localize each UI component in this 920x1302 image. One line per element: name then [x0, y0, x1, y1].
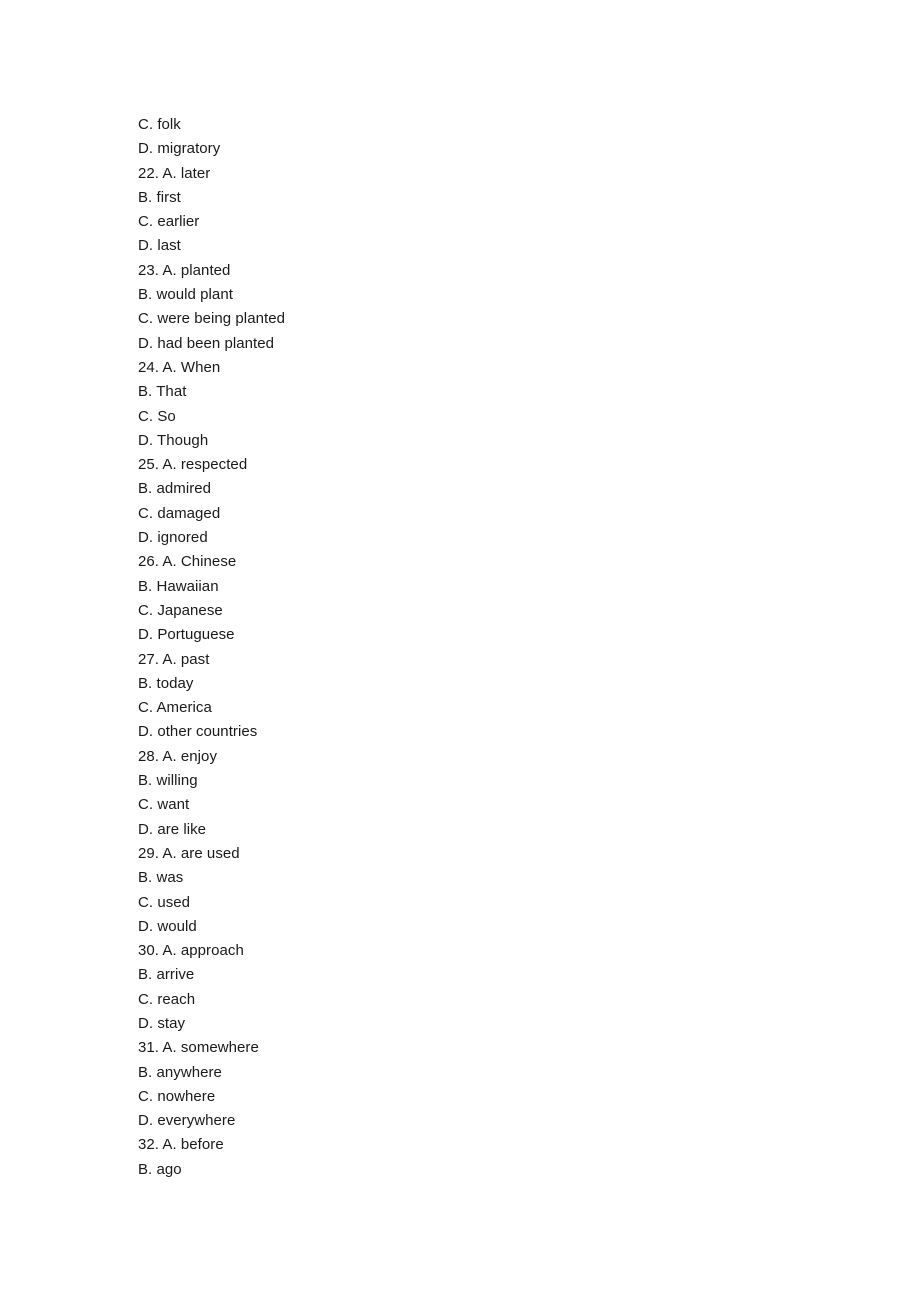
document-line: C. America [138, 699, 212, 717]
document-line: B. ago [138, 1160, 182, 1178]
document-line: D. migratory [138, 140, 221, 158]
document-line: D. had been planted [138, 334, 275, 352]
document-line: 31. A. somewhere [138, 1039, 259, 1057]
document-line: C. reach [138, 990, 196, 1008]
document-line: D. ignored [138, 529, 208, 547]
document-text-body: C. folk D. migratory 22. A. later B. first C… [138, 113, 838, 1182]
document-line: D. Though [138, 431, 209, 449]
document-line: B. anywhere [138, 1063, 222, 1081]
document-line: C. nowhere [138, 1087, 216, 1105]
document-line: 30. A. approach [138, 942, 244, 960]
document-line: C. used [138, 893, 191, 911]
document-line: 25. A. respected [138, 456, 248, 474]
document-line: 22. A. later [138, 164, 211, 182]
document-page: C. folk D. migratory 22. A. later B. first C… [0, 0, 920, 1302]
document-line: D. are like [138, 820, 207, 838]
document-line: B. willing [138, 772, 198, 790]
document-line: B. first [138, 188, 181, 206]
document-line: 24. A. When [138, 358, 221, 376]
document-line: B. was [138, 869, 184, 887]
document-line: C. folk [138, 116, 181, 133]
document-line: 26. A. Chinese [138, 553, 237, 571]
document-line: D. would [138, 917, 197, 935]
document-line: 28. A. enjoy [138, 747, 217, 765]
document-line: D. last [138, 237, 181, 255]
document-line: D. Portuguese [138, 626, 235, 644]
document-line: B. arrive [138, 966, 195, 984]
document-line: C. earlier [138, 213, 200, 231]
document-line: 29. A. are used [138, 844, 240, 862]
document-line: C. want [138, 796, 190, 814]
document-line: 23. A. planted [138, 261, 231, 279]
document-line: B. admired [138, 480, 212, 498]
document-line: C. damaged [138, 504, 221, 522]
document-line: D. stay [138, 1014, 186, 1032]
document-line: 32. A. before [138, 1136, 224, 1154]
document-line: 27. A. past [138, 650, 210, 668]
document-line: B. would plant [138, 286, 233, 304]
document-line: C. So [138, 407, 176, 425]
document-line: C. Japanese [138, 601, 223, 619]
document-line: B. That [138, 383, 187, 401]
document-line: C. were being planted [138, 310, 285, 328]
document-line: D. everywhere [138, 1112, 236, 1130]
document-line: D. other countries [138, 723, 258, 741]
document-line: B. today [138, 674, 194, 692]
document-line: B. Hawaiian [138, 577, 219, 595]
